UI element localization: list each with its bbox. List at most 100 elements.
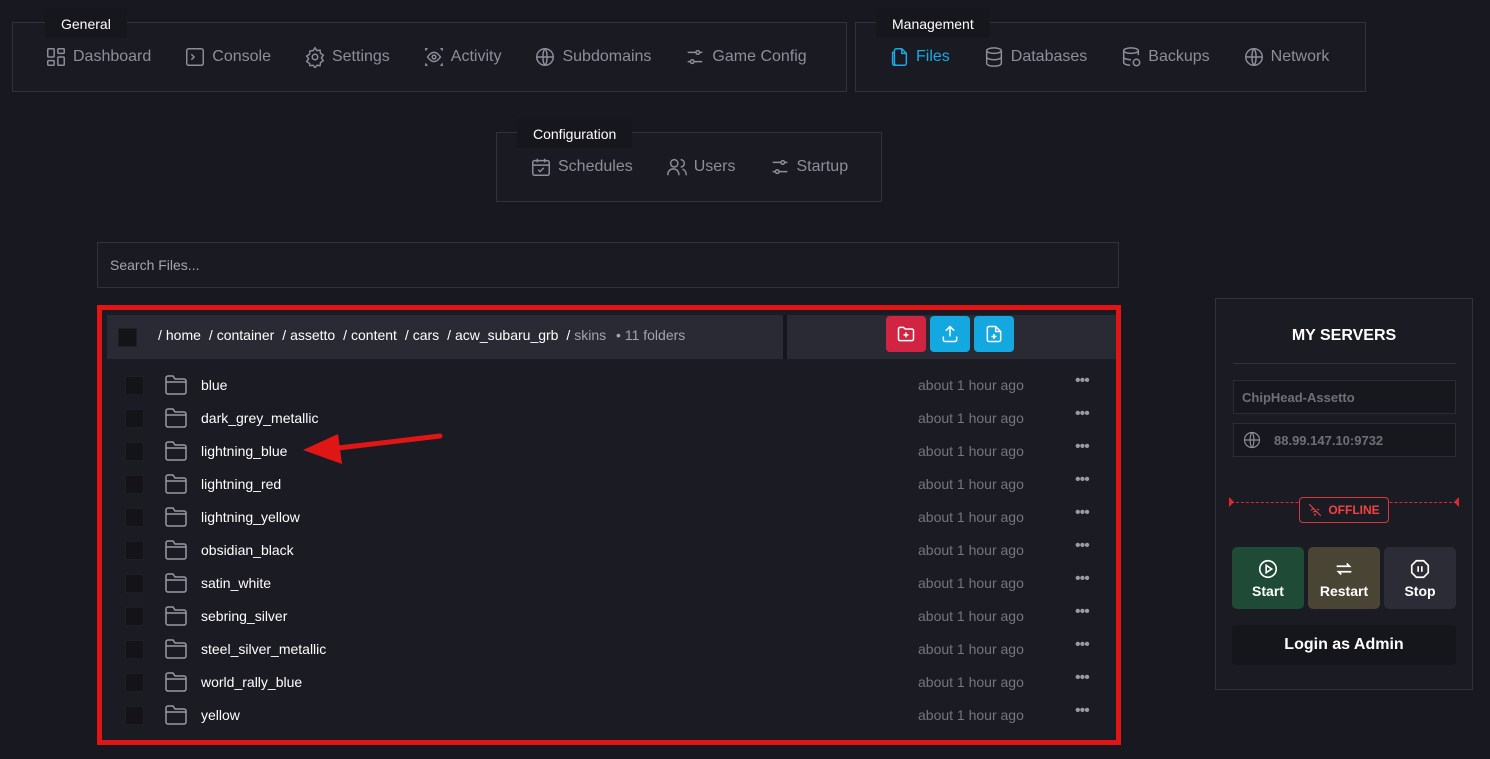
- eye-icon: [424, 48, 443, 66]
- breadcrumb-container[interactable]: container: [217, 327, 275, 343]
- row-checkbox[interactable]: [125, 376, 144, 395]
- file-name[interactable]: sebring_silver: [201, 608, 287, 624]
- file-name[interactable]: yellow: [201, 707, 240, 723]
- row-more-menu[interactable]: •••: [1075, 669, 1090, 687]
- nav-network[interactable]: Network: [1243, 46, 1329, 68]
- file-row[interactable]: lightning_red about 1 hour ago •••: [102, 468, 1116, 501]
- start-button[interactable]: Start: [1232, 547, 1304, 609]
- nav-console-label: Console: [212, 48, 271, 65]
- management-group-label: Management: [876, 8, 990, 38]
- file-row[interactable]: dark_grey_metallic about 1 hour ago •••: [102, 402, 1116, 435]
- row-checkbox[interactable]: [125, 475, 144, 494]
- file-row[interactable]: satin_white about 1 hour ago •••: [102, 567, 1116, 600]
- row-checkbox[interactable]: [125, 409, 144, 428]
- file-name[interactable]: world_rally_blue: [201, 674, 302, 690]
- folder-icon: [165, 441, 187, 461]
- file-name[interactable]: steel_silver_metallic: [201, 641, 326, 657]
- row-more-menu[interactable]: •••: [1075, 537, 1090, 555]
- row-more-menu[interactable]: •••: [1075, 372, 1090, 390]
- file-row[interactable]: sebring_silver about 1 hour ago •••: [102, 600, 1116, 633]
- file-row[interactable]: steel_silver_metallic about 1 hour ago •…: [102, 633, 1116, 666]
- nav-dashboard-label: Dashboard: [73, 48, 152, 65]
- stop-button[interactable]: Stop: [1384, 547, 1456, 609]
- file-row[interactable]: obsidian_black about 1 hour ago •••: [102, 534, 1116, 567]
- breadcrumb-acw-subaru-grb[interactable]: acw_subaru_grb: [455, 327, 559, 343]
- row-more-menu[interactable]: •••: [1075, 504, 1090, 522]
- file-name[interactable]: lightning_yellow: [201, 509, 300, 525]
- general-nav-group: General Dashboard Console Settings Activ…: [12, 8, 847, 92]
- file-row[interactable]: blue about 1 hour ago •••: [102, 369, 1116, 402]
- login-as-admin-button[interactable]: Login as Admin: [1232, 625, 1456, 665]
- nav-files-label: Files: [916, 48, 950, 65]
- nav-subdomains[interactable]: Subdomains: [534, 46, 651, 68]
- row-checkbox[interactable]: [125, 673, 144, 692]
- nav-files[interactable]: Files: [888, 46, 950, 68]
- breadcrumb-cars[interactable]: cars: [413, 327, 439, 343]
- breadcrumb-assetto[interactable]: assetto: [290, 327, 335, 343]
- stop-octagon-icon: [1410, 559, 1430, 578]
- row-checkbox[interactable]: [125, 508, 144, 527]
- nav-dashboard[interactable]: Dashboard: [45, 46, 151, 68]
- row-checkbox[interactable]: [125, 574, 144, 593]
- row-checkbox[interactable]: [125, 442, 144, 461]
- breadcrumb-separator: /: [158, 327, 162, 343]
- file-name[interactable]: lightning_red: [201, 476, 281, 492]
- row-more-menu[interactable]: •••: [1075, 636, 1090, 654]
- breadcrumb-home[interactable]: home: [166, 327, 201, 343]
- nav-startup[interactable]: Startup: [769, 156, 848, 178]
- nav-settings[interactable]: Settings: [304, 46, 390, 68]
- new-file-button[interactable]: [974, 316, 1014, 352]
- folder-icon: [165, 408, 187, 428]
- globe-icon: [1243, 431, 1261, 449]
- file-row[interactable]: yellow about 1 hour ago •••: [102, 699, 1116, 732]
- row-checkbox[interactable]: [125, 706, 144, 725]
- file-row[interactable]: lightning_yellow about 1 hour ago •••: [102, 501, 1116, 534]
- file-name[interactable]: satin_white: [201, 575, 271, 591]
- general-group-label: General: [45, 8, 127, 38]
- nav-backups[interactable]: Backups: [1120, 46, 1210, 68]
- nav-console[interactable]: Console: [184, 46, 271, 68]
- nav-databases-label: Databases: [1010, 48, 1088, 65]
- nav-databases[interactable]: Databases: [983, 46, 1088, 68]
- upload-button[interactable]: [930, 316, 970, 352]
- new-folder-button[interactable]: [886, 316, 926, 352]
- management-nav-group: Management Files Databases Backups Netwo…: [855, 8, 1366, 92]
- server-card-title: MY SERVERS: [1291, 327, 1397, 344]
- nav-users[interactable]: Users: [666, 156, 736, 178]
- row-more-menu[interactable]: •••: [1075, 702, 1090, 720]
- row-more-menu[interactable]: •••: [1075, 603, 1090, 621]
- folder-icon: [165, 540, 187, 560]
- globe-icon: [536, 48, 555, 66]
- nav-users-label: Users: [693, 158, 736, 175]
- file-row[interactable]: lightning_blue about 1 hour ago •••: [102, 435, 1116, 468]
- server-address: 88.99.147.10:9732: [1274, 432, 1384, 448]
- file-row[interactable]: world_rally_blue about 1 hour ago •••: [102, 666, 1116, 699]
- row-checkbox[interactable]: [125, 607, 144, 626]
- file-modified: about 1 hour ago: [918, 575, 1024, 591]
- nav-activity[interactable]: Activity: [423, 46, 501, 68]
- file-name[interactable]: blue: [201, 377, 227, 393]
- row-checkbox[interactable]: [125, 541, 144, 560]
- folder-icon: [165, 507, 187, 527]
- file-name[interactable]: obsidian_black: [201, 542, 294, 558]
- globe-icon: [1244, 48, 1263, 66]
- folder-icon: [165, 705, 187, 725]
- annotation-arrow-icon: [303, 433, 443, 464]
- row-checkbox[interactable]: [125, 640, 144, 659]
- nav-game-config[interactable]: Game Config: [684, 46, 807, 68]
- select-all-checkbox[interactable]: [118, 328, 137, 347]
- file-modified: about 1 hour ago: [918, 410, 1024, 426]
- search-files-input[interactable]: [97, 242, 1119, 288]
- row-more-menu[interactable]: •••: [1075, 471, 1090, 489]
- row-more-menu[interactable]: •••: [1075, 438, 1090, 456]
- nav-subdomains-label: Subdomains: [562, 48, 652, 65]
- restart-button[interactable]: Restart: [1308, 547, 1380, 609]
- row-more-menu[interactable]: •••: [1075, 570, 1090, 588]
- file-name[interactable]: lightning_blue: [201, 443, 287, 459]
- server-address-field: 88.99.147.10:9732: [1233, 423, 1456, 457]
- breadcrumb-content[interactable]: content: [351, 327, 397, 343]
- row-more-menu[interactable]: •••: [1075, 405, 1090, 423]
- file-name[interactable]: dark_grey_metallic: [201, 410, 319, 426]
- nav-schedules[interactable]: Schedules: [530, 156, 633, 178]
- file-modified: about 1 hour ago: [918, 476, 1024, 492]
